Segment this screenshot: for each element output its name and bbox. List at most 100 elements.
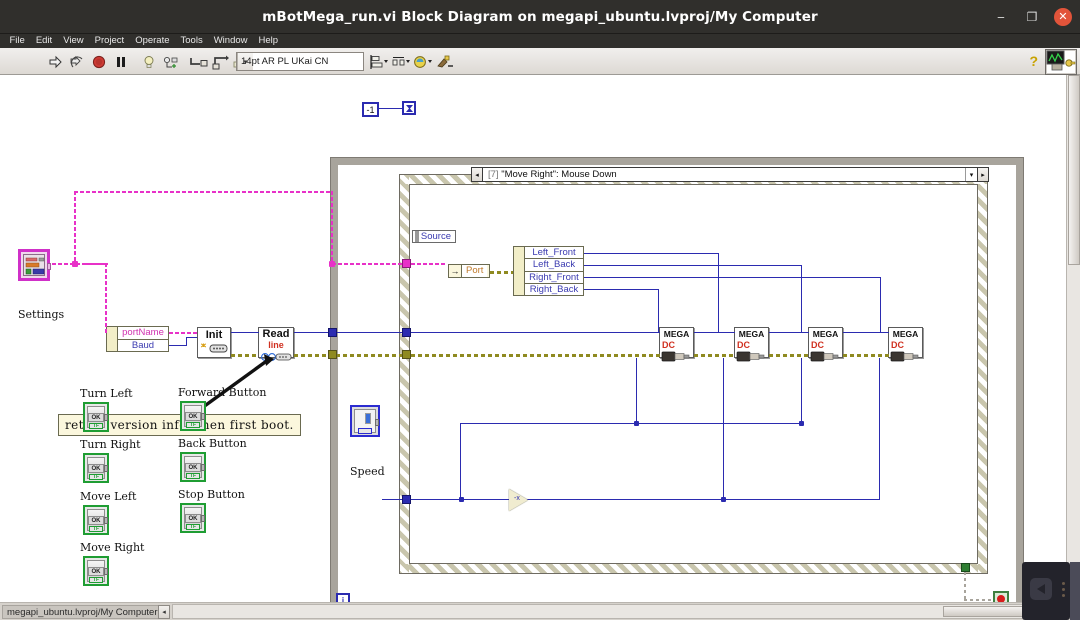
event-next-case-button[interactable]: ▸ (977, 168, 988, 181)
unbundle-port-node[interactable]: → Port (448, 264, 490, 278)
speed-slider-terminal[interactable] (350, 405, 380, 437)
event-prev-case-button[interactable]: ◂ (472, 168, 483, 181)
wire-unbundle-in-down (105, 263, 108, 333)
align-objects-button[interactable] (368, 51, 390, 73)
event-timeout-terminal[interactable] (402, 101, 416, 115)
vi-icon[interactable] (1045, 49, 1077, 75)
run-button[interactable] (44, 51, 66, 73)
event-case-selector[interactable]: ◂ [7] "Move Right": Mouse Down ▾ ▸ (471, 167, 989, 182)
horizontal-scrollbar[interactable] (172, 604, 1072, 619)
menu-item-tools[interactable]: Tools (175, 34, 208, 48)
unbundle-settings[interactable]: portName Baud (106, 326, 169, 352)
block-diagram-canvas[interactable]: -1 ◂ [7] "Move Right": Mouse Down ▾ ▸ So… (0, 75, 1066, 602)
minimize-button[interactable]: ‒ (992, 8, 1010, 26)
turn-left-terminal[interactable]: OK TF (83, 402, 109, 432)
wire-speed-branch-2 (723, 358, 725, 500)
back-button-datatype: TF (186, 473, 200, 479)
turn-left-datatype: TF (89, 423, 103, 429)
maximize-button[interactable]: ❐ (1023, 8, 1041, 26)
retain-wire-values-button[interactable] (160, 51, 182, 73)
run-continuously-button[interactable] (66, 51, 88, 73)
forward-button-terminal[interactable]: OK TF (180, 401, 206, 431)
back-button-terminal[interactable]: OK TF (180, 452, 206, 482)
settings-label: Settings (18, 308, 65, 321)
project-path-label[interactable]: megapi_ubuntu.lvproj/My Computer (2, 605, 163, 619)
wire-init-to-read (231, 332, 259, 334)
stop-button-ok-label: OK (185, 514, 201, 523)
settings-cluster-terminal[interactable] (18, 249, 51, 281)
screen-recorder-overlay[interactable] (1022, 562, 1070, 620)
move-left-datatype: TF (89, 526, 103, 532)
settings-cluster-graphic (23, 254, 45, 276)
turn-right-terminal[interactable]: OK TF (83, 453, 109, 483)
run-continuously-icon (70, 55, 83, 67)
stop-condition-terminal[interactable] (993, 591, 1009, 602)
unbundle-row-left-front[interactable]: Left_Front (525, 247, 583, 260)
unbundle-motors-rows: Left_Front Left_Back Right_Front Right_B… (525, 247, 583, 295)
cleanup-diagram-button[interactable] (434, 51, 456, 73)
menu-item-project[interactable]: Project (89, 34, 130, 48)
move-right-terminal[interactable]: OK TF (83, 556, 109, 586)
close-button[interactable]: ✕ (1054, 8, 1072, 26)
menu-item-file[interactable]: File (4, 34, 30, 48)
wire-count-to-event (379, 108, 402, 110)
vertical-scrollbar[interactable] (1066, 75, 1080, 602)
menu-item-operate[interactable]: Operate (130, 34, 175, 48)
pause-button[interactable] (110, 51, 132, 73)
loop-tunnel-olive-left (328, 350, 337, 359)
highlight-execution-button[interactable] (138, 51, 160, 73)
reorder-icon (414, 55, 432, 68)
font-selector[interactable]: 14pt AR PL UKai CN ▾ (236, 52, 364, 71)
wire-error-chain-4 (843, 354, 889, 357)
wire-ref-chain-2 (694, 332, 735, 334)
context-help-icon[interactable]: ? (1029, 53, 1038, 69)
unbundle-row-left-back[interactable]: Left_Back (525, 259, 583, 272)
menu-item-edit[interactable]: Edit (30, 34, 57, 48)
stop-button-terminal[interactable]: OK TF (180, 503, 206, 533)
vertical-scrollbar-thumb[interactable] (1068, 75, 1080, 265)
unbundle-row-right-front[interactable]: Right_Front (525, 271, 583, 284)
event-data-node-source[interactable]: Source (412, 230, 456, 243)
move-left-terminal[interactable]: OK TF (83, 505, 109, 535)
abort-button[interactable] (88, 51, 110, 73)
wire-settings-up (74, 191, 77, 265)
event-case-dropdown-icon[interactable]: ▾ (965, 168, 977, 181)
wire-speed-out (382, 499, 724, 501)
unbundle-arrow-icon: → (450, 266, 460, 276)
unbundle-settings-rows: portName Baud (118, 327, 168, 351)
status-nav-button[interactable]: ◂ (158, 605, 170, 619)
menu-item-help[interactable]: Help (253, 34, 284, 48)
step-into-button[interactable] (188, 51, 210, 73)
wire-speed-branch-3 (801, 358, 803, 423)
mega-dc-motor-vi-1[interactable]: MEGA DC (659, 327, 694, 362)
forward-button-datatype: TF (186, 422, 200, 428)
unbundle-motors[interactable]: Left_Front Left_Back Right_Front Right_B… (513, 246, 584, 296)
event-tunnel-olive-left (402, 350, 411, 359)
menu-item-window[interactable]: Window (208, 34, 253, 48)
dc-motor-icon (890, 351, 919, 362)
reorder-button[interactable] (412, 51, 434, 73)
step-over-button[interactable] (210, 51, 232, 73)
recorder-menu-icon[interactable] (1062, 582, 1065, 600)
wire-junction-speed-2 (799, 421, 804, 426)
event-structure[interactable]: ◂ [7] "Move Right": Mouse Down ▾ ▸ (400, 167, 989, 573)
wire-left-front-h (584, 253, 719, 255)
move-left-pin (104, 517, 108, 524)
mega-dc-motor-vi-3[interactable]: MEGA DC (808, 327, 843, 362)
distribute-objects-button[interactable] (390, 51, 412, 73)
mega-dc-motor-vi-2[interactable]: MEGA DC (734, 327, 769, 362)
mega-dc-motor-vi-4[interactable]: MEGA DC (888, 327, 923, 362)
unbundle-row-right-back[interactable]: Right_Back (525, 283, 583, 295)
window-controls: ‒ ❐ ✕ (992, 0, 1072, 34)
abort-stop-icon (92, 55, 106, 68)
unbundle-row-baud[interactable]: Baud (118, 339, 168, 351)
menu-item-view[interactable]: View (58, 34, 89, 48)
wire-stop-v (964, 572, 966, 600)
wire-speed-neg-riser (460, 423, 462, 500)
loop-iteration-terminal[interactable]: i (336, 593, 350, 602)
move-right-ok-label: OK (88, 567, 104, 576)
step-over-icon (212, 55, 229, 69)
distribute-objects-icon (392, 56, 410, 65)
loop-count-constant[interactable]: -1 (362, 102, 379, 117)
unbundle-row-portname[interactable]: portName (118, 327, 168, 340)
